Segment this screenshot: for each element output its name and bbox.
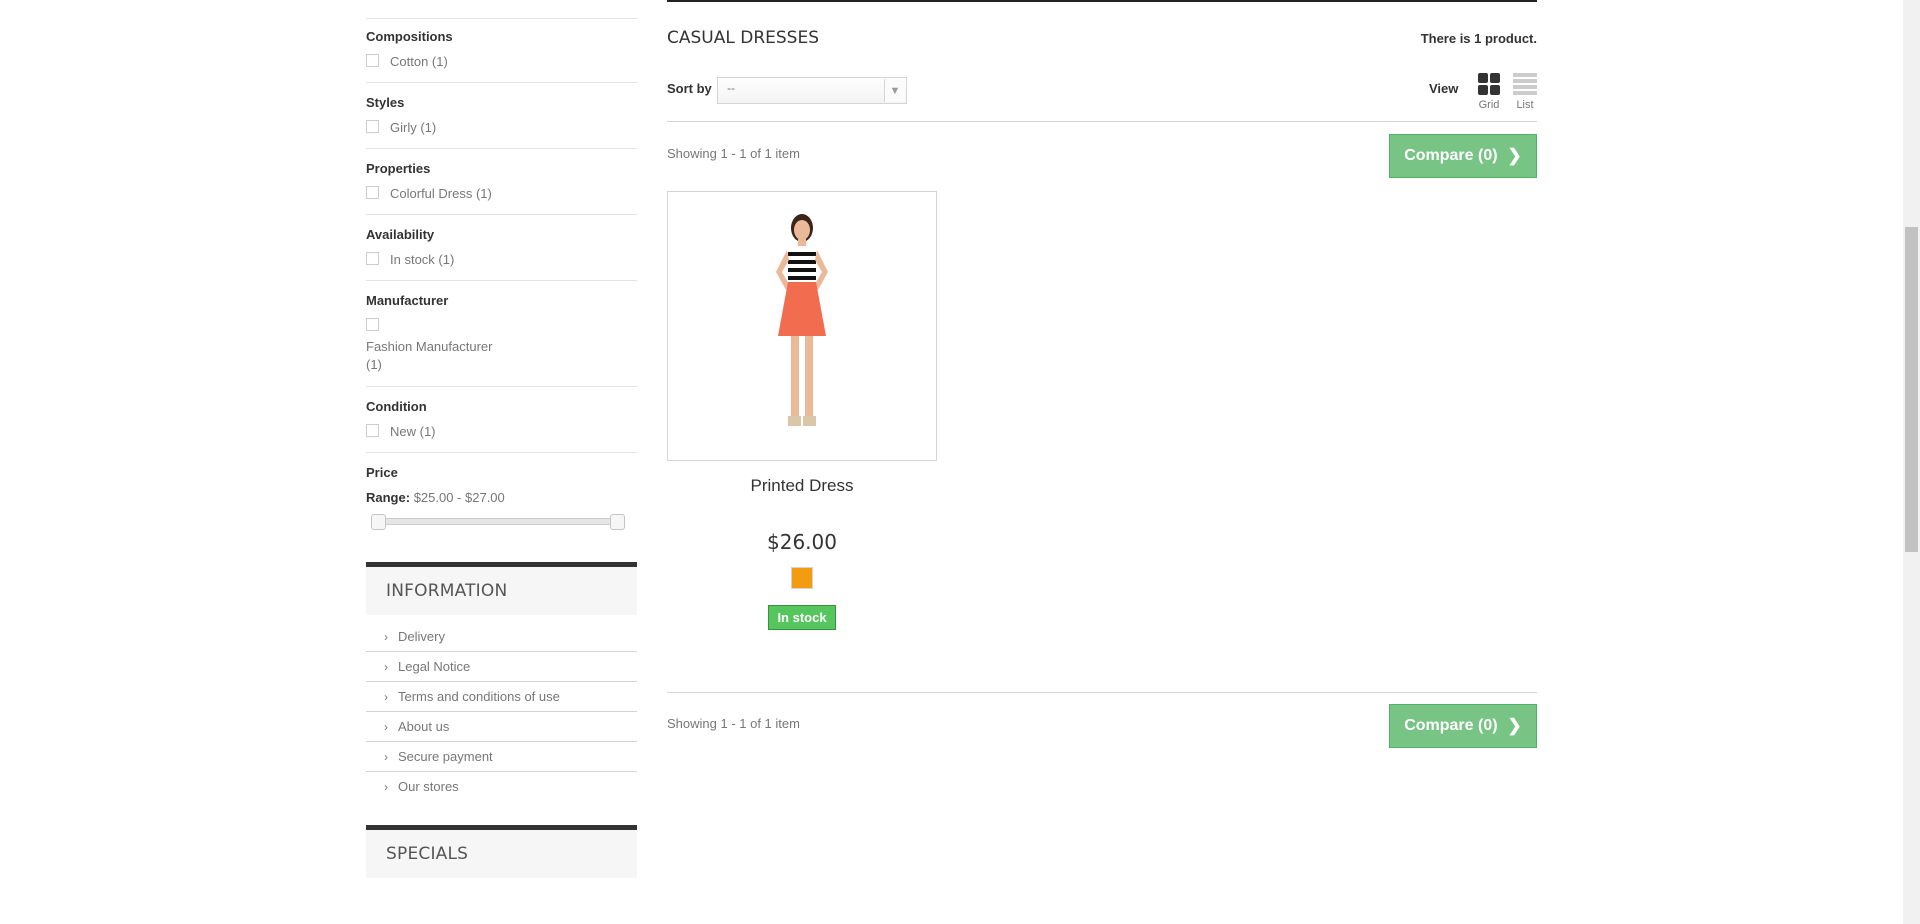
- chevron-right-icon: ❯: [1507, 146, 1522, 165]
- compare-button-bottom[interactable]: Compare (0) ❯: [1389, 704, 1537, 748]
- color-swatch[interactable]: [791, 567, 813, 589]
- filter-label: Cotton (1): [390, 54, 448, 69]
- filter-option-in-stock[interactable]: In stock (1): [366, 252, 637, 268]
- product-name[interactable]: Printed Dress: [667, 476, 937, 496]
- filter-option-cotton[interactable]: Cotton (1): [366, 54, 637, 70]
- info-link-label: Legal Notice: [398, 659, 471, 674]
- checkbox[interactable]: [366, 252, 379, 265]
- chevron-down-icon[interactable]: ▼: [884, 79, 905, 102]
- chevron-right-icon: ›: [384, 689, 388, 704]
- filter-label: In stock (1): [390, 252, 455, 267]
- filter-option-fashion-manufacturer[interactable]: Fashion Manufacturer (1): [366, 318, 637, 374]
- facet-properties: Properties Colorful Dress (1): [366, 149, 637, 215]
- product-count: There is 1 product.: [1420, 31, 1537, 46]
- sort-select[interactable]: -- ▼: [717, 77, 907, 104]
- filter-option-new[interactable]: New (1): [366, 424, 637, 440]
- information-links: › Delivery › Legal Notice › Terms and condi…: [366, 622, 637, 801]
- view-label: View: [1429, 81, 1459, 96]
- chevron-right-icon: ›: [384, 629, 388, 644]
- category-title: CASUAL DRESSES: [667, 28, 819, 48]
- filter-label-count: (1): [366, 357, 382, 372]
- view-list-button[interactable]: List: [1513, 73, 1537, 111]
- left-column: Compositions Cotton (1) Styles Girly (1)…: [366, 0, 637, 878]
- info-link-about-us[interactable]: › About us: [366, 712, 637, 742]
- scrollbar-thumb[interactable]: [1905, 227, 1918, 552]
- specials-title: SPECIALS: [366, 825, 637, 878]
- scrollbar-track[interactable]: [1903, 0, 1920, 924]
- slider-handle-min[interactable]: [371, 514, 386, 530]
- dress-model-image: [776, 214, 828, 426]
- showing-text-bottom: Showing 1 - 1 of 1 item: [667, 716, 800, 731]
- facet-availability: Availability In stock (1): [366, 215, 637, 281]
- filter-label: Fashion Manufacturer: [366, 339, 493, 354]
- facet-title: Compositions: [366, 29, 453, 44]
- slider-rail: [371, 518, 625, 525]
- facet-compositions: Compositions Cotton (1): [366, 29, 637, 83]
- view-list-label: List: [1516, 99, 1534, 111]
- info-link-delivery[interactable]: › Delivery: [366, 622, 637, 652]
- showing-text-top: Showing 1 - 1 of 1 item: [667, 146, 800, 161]
- facet-title: Condition: [366, 399, 427, 414]
- checkbox[interactable]: [366, 186, 379, 199]
- filter-option-colorful-dress[interactable]: Colorful Dress (1): [366, 186, 637, 202]
- info-link-our-stores[interactable]: › Our stores: [366, 772, 637, 801]
- information-block: INFORMATION › Delivery › Legal Notice › Ter…: [366, 562, 637, 801]
- chevron-right-icon: ›: [384, 749, 388, 764]
- sort-value: --: [727, 81, 735, 95]
- facet-price: Price Range: $25.00 - $27.00: [366, 453, 637, 562]
- product-card[interactable]: Printed Dress $26.00 In stock: [667, 191, 937, 630]
- list-icon: [1513, 73, 1537, 95]
- compare-label: Compare (0): [1404, 147, 1498, 164]
- facet-condition: Condition New (1): [366, 387, 637, 453]
- facet-title: Availability: [366, 227, 435, 242]
- price-range-value: $25.00 - $27.00: [413, 490, 505, 505]
- product-price: $26.00: [767, 530, 837, 554]
- facet-title: Properties: [366, 161, 431, 176]
- checkbox[interactable]: [366, 318, 379, 331]
- facet-divider: [366, 0, 637, 19]
- facet-styles: Styles Girly (1): [366, 83, 637, 149]
- category-banner-edge: [667, 0, 1537, 2]
- filter-option-girly[interactable]: Girly (1): [366, 120, 637, 136]
- info-link-label: About us: [398, 719, 450, 734]
- facet-title: Styles: [366, 95, 405, 110]
- chevron-right-icon: ❯: [1507, 716, 1522, 735]
- checkbox[interactable]: [366, 120, 379, 133]
- price-range: Range: $25.00 - $27.00: [366, 490, 637, 506]
- price-slider[interactable]: [371, 514, 625, 530]
- checkbox[interactable]: [366, 54, 379, 67]
- facet-title: Price: [366, 465, 398, 480]
- info-link-label: Secure payment: [398, 749, 493, 764]
- info-link-label: Our stores: [398, 779, 459, 794]
- grid-icon: [1478, 73, 1500, 95]
- chevron-right-icon: ›: [384, 659, 388, 674]
- chevron-right-icon: ›: [384, 779, 388, 794]
- information-title: INFORMATION: [366, 562, 637, 615]
- filter-label: Colorful Dress (1): [390, 186, 492, 201]
- specials-block: SPECIALS: [366, 825, 637, 878]
- info-link-label: Delivery: [398, 629, 445, 644]
- compare-label: Compare (0): [1404, 717, 1498, 734]
- info-link-label: Terms and conditions of use: [398, 689, 560, 704]
- view-grid-button[interactable]: Grid: [1477, 73, 1501, 111]
- slider-handle-max[interactable]: [610, 514, 625, 530]
- filter-label: Girly (1): [390, 120, 437, 135]
- view-grid-label: Grid: [1478, 99, 1500, 111]
- info-link-terms[interactable]: › Terms and conditions of use: [366, 682, 637, 712]
- compare-button-top[interactable]: Compare (0) ❯: [1389, 134, 1537, 178]
- price-range-label: Range:: [366, 490, 411, 505]
- product-image[interactable]: [667, 191, 937, 461]
- filter-label: New (1): [390, 424, 436, 439]
- info-link-secure-payment[interactable]: › Secure payment: [366, 742, 637, 772]
- divider: [667, 121, 1537, 122]
- facet-manufacturer: Manufacturer Fashion Manufacturer (1): [366, 281, 637, 387]
- checkbox[interactable]: [366, 424, 379, 437]
- divider: [667, 692, 1537, 693]
- chevron-right-icon: ›: [384, 719, 388, 734]
- sort-label: Sort by: [667, 81, 712, 96]
- availability-badge: In stock: [768, 605, 836, 630]
- info-link-legal-notice[interactable]: › Legal Notice: [366, 652, 637, 682]
- facet-title: Manufacturer: [366, 293, 449, 308]
